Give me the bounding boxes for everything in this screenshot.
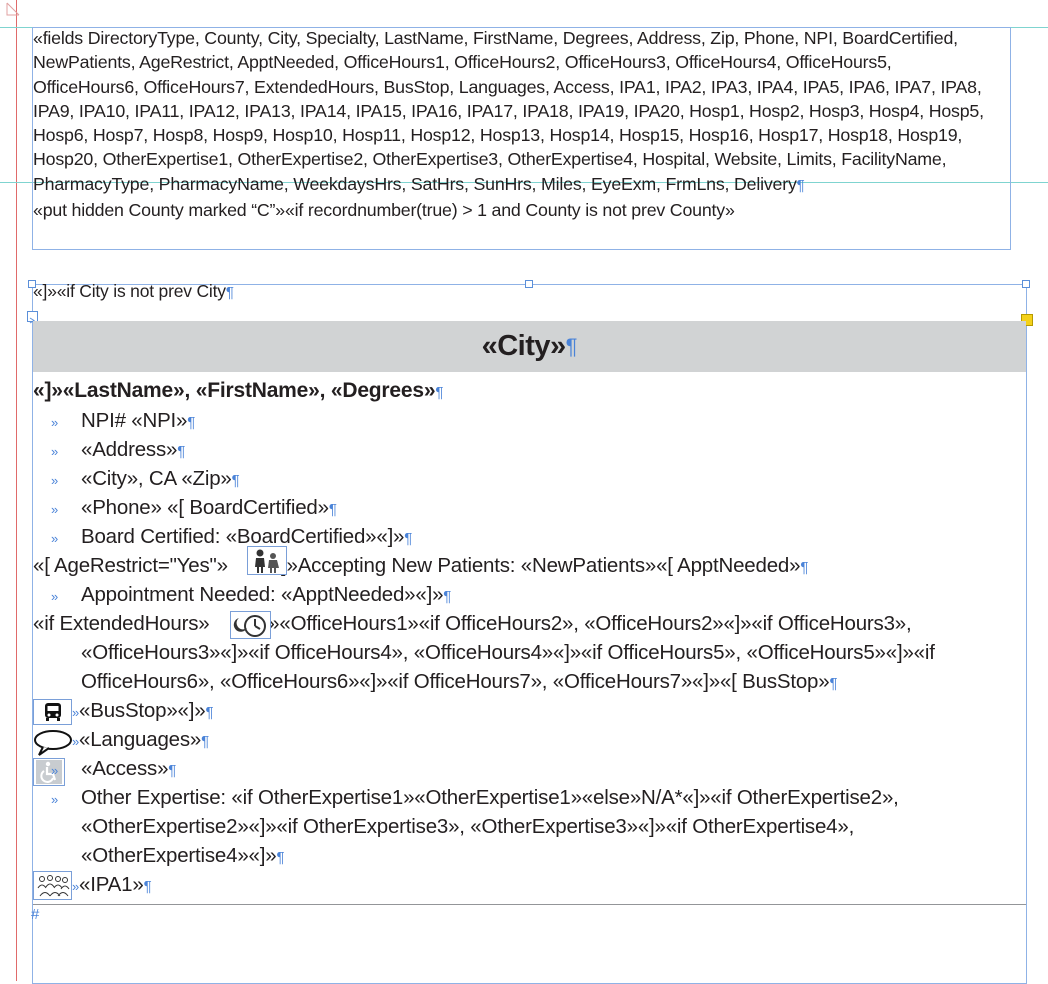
pilcrow-mark: ¶ — [143, 878, 152, 895]
other-expertise-line-1: » Other Expertise: «if OtherExpertise1»«O… — [33, 786, 899, 810]
ext-hours-line-2: «OfficeHours3»«]»«if OfficeHours4», «Off… — [81, 641, 935, 665]
tab-mark: » — [51, 415, 59, 430]
fields-line: Hosp6, Hosp7, Hosp8, Hosp9, Hosp10, Hosp… — [33, 125, 963, 146]
pilcrow-mark: ¶ — [796, 176, 805, 194]
pilcrow-mark: ¶ — [187, 414, 196, 431]
name-text: «]»«LastName», «FirstName», «Degrees» — [33, 379, 436, 402]
city-header-band: «City» ¶ — [33, 321, 1026, 372]
if-city-line: «]»«if City is not prev City¶ — [33, 281, 234, 302]
fields-line: PharmacyType, PharmacyName, WeekdaysHrs,… — [33, 172, 1013, 198]
if-city-text: «]»«if City is not prev City — [33, 281, 226, 301]
pilcrow-mark: ¶ — [177, 443, 186, 460]
other-expertise-text-c: «OtherExpertise4»«]» — [81, 844, 277, 867]
put-hidden-line: «put hidden County marked “C”»«if record… — [33, 200, 735, 221]
other-expertise-line-3: «OtherExpertise4»«]»¶ — [81, 844, 284, 868]
city-header-text: «City» — [481, 330, 567, 362]
tab-mark: » — [51, 763, 59, 778]
tab-mark: » — [72, 705, 80, 720]
fields-text: «fields DirectoryType, County, City, Spe… — [33, 26, 1013, 222]
pilcrow-mark: ¶ — [829, 675, 838, 692]
pilcrow-mark: ¶ — [800, 559, 809, 576]
pilcrow-mark: ¶ — [565, 333, 578, 359]
pilcrow-mark: ¶ — [328, 501, 337, 518]
ext-hours-line-1: «if ExtendedHours» «]»«OfficeHours1»«if O… — [33, 612, 912, 636]
pilcrow-mark: ¶ — [276, 849, 285, 866]
ipa-line: »«IPA1»¶ — [72, 873, 152, 897]
fields-line: IPA9, IPA10, IPA11, IPA12, IPA13, IPA14,… — [33, 100, 984, 121]
bus-stop-line: »«BusStop»«]»¶ — [72, 699, 213, 723]
tab-mark: » — [51, 792, 59, 807]
pilcrow-mark: ¶ — [231, 472, 240, 489]
tab-mark: » — [51, 502, 59, 517]
ext-hours-text-a: «if ExtendedHours» — [33, 612, 210, 635]
clock-moon-icon — [230, 611, 271, 639]
other-expertise-text-a: Other Expertise: «if OtherExpertise1»«Ot… — [81, 786, 899, 809]
languages-text: «Languages» — [79, 728, 202, 751]
ext-hours-text-c: «OfficeHours3»«]»«if OfficeHours4», «Off… — [81, 641, 935, 664]
end-of-story-mark: # — [31, 906, 40, 923]
other-expertise-line-2: «OtherExpertise2»«]»«if OtherExpertise3»… — [81, 815, 854, 839]
fields-line: «fields DirectoryType, County, City, Spe… — [33, 28, 958, 48]
tab-mark: » — [51, 589, 59, 604]
fields-line-text: PharmacyType, PharmacyName, WeekdaysHrs,… — [33, 173, 797, 194]
tab-mark: » — [51, 473, 59, 488]
pilcrow-mark: ¶ — [404, 530, 413, 547]
ext-hours-line-3: OfficeHours6», «OfficeHours6»«]»«if Offi… — [81, 670, 838, 694]
bus-stop-text: «BusStop»«]» — [79, 699, 206, 722]
bottom-rule — [33, 904, 1026, 905]
pilcrow-mark: ¶ — [205, 704, 214, 721]
phone-line: » «Phone» «[ BoardCertified»¶ — [33, 496, 337, 520]
tab-mark: » — [51, 444, 59, 459]
phone-text: «Phone» «[ BoardCertified» — [81, 496, 329, 519]
age-restrict-line: «[ AgeRestrict="Yes"» «]»Accepting New Pa… — [33, 554, 808, 578]
family-icon — [247, 546, 287, 575]
pilcrow-mark: ¶ — [443, 588, 452, 605]
board-line: » Board Certified: «BoardCertified»«]»¶ — [33, 525, 412, 549]
tab-mark: » — [51, 531, 59, 546]
bus-icon — [33, 699, 72, 725]
tab-mark: » — [72, 879, 80, 894]
access-line: » «Access»¶ — [33, 757, 176, 781]
pilcrow-mark: ¶ — [201, 733, 209, 750]
corner-marker-icon — [6, 2, 20, 16]
ext-hours-text-d: OfficeHours6», «OfficeHours6»«]»«if Offi… — [81, 670, 830, 693]
address-text: «Address» — [81, 438, 178, 461]
fields-line: NewPatients, AgeRestrict, ApptNeeded, Of… — [33, 52, 892, 73]
pilcrow-mark: ¶ — [225, 284, 234, 301]
group-people-icon — [33, 871, 72, 900]
name-line: «]»«LastName», «FirstName», «Degrees»¶ — [33, 379, 443, 403]
ipa-text: «IPA1» — [79, 873, 144, 896]
city-zip-line: » «City», CA «Zip»¶ — [33, 467, 240, 491]
tab-mark: » — [72, 734, 80, 749]
pilcrow-mark: ¶ — [168, 762, 177, 779]
address-line: » «Address»¶ — [33, 438, 185, 462]
frame-handle-tc[interactable] — [525, 280, 533, 288]
speech-bubble-icon — [33, 728, 73, 756]
board-text: Board Certified: «BoardCertified»«]» — [81, 525, 405, 548]
languages-line: »«Languages»¶ — [72, 728, 209, 752]
appt-line: » Appointment Needed: «ApptNeeded»«]»¶ — [33, 583, 451, 607]
ext-hours-text-b: «]»«OfficeHours1»«if OfficeHours2», «Off… — [251, 612, 912, 635]
fields-line: OfficeHours6, OfficeHours7, ExtendedHour… — [33, 76, 982, 97]
other-expertise-text-b: «OtherExpertise2»«]»«if OtherExpertise3»… — [81, 815, 855, 838]
access-text: «Access» — [81, 757, 169, 780]
margin-guide-left — [16, 0, 17, 981]
fields-line: Hosp20, OtherExpertise1, OtherExpertise2… — [33, 149, 947, 170]
npi-line: » NPI# «NPI»¶ — [33, 409, 195, 433]
age-restrict-text: «[ AgeRestrict="Yes"» — [33, 554, 228, 577]
npi-text: NPI# «NPI» — [81, 409, 188, 432]
pilcrow-mark: ¶ — [435, 384, 444, 401]
frame-handle-tr[interactable] — [1022, 280, 1030, 288]
appt-text: Appointment Needed: «ApptNeeded»«]» — [81, 583, 444, 606]
city-zip-text: «City», CA «Zip» — [81, 467, 232, 490]
new-patients-text: «]»Accepting New Patients: «NewPatients»… — [269, 554, 801, 577]
